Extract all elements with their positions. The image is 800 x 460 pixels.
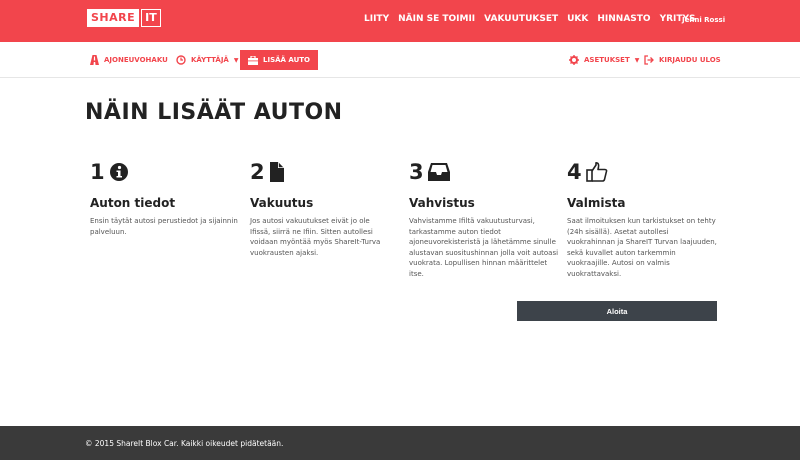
clock-icon xyxy=(176,55,186,65)
settings-menu[interactable]: ASETUKSET ▼ xyxy=(569,50,639,70)
start-button[interactable]: Aloita xyxy=(517,301,717,321)
copyright-text: © 2015 ShareIt Blox Car. Kaikki oikeudet… xyxy=(85,439,284,448)
chevron-down-icon: ▼ xyxy=(233,56,239,64)
user-menu-label: KÄYTTÄJÄ xyxy=(191,56,229,64)
step-description: Vahvistamme Ifiltä vakuutusturvasi, tark… xyxy=(409,217,559,278)
user-name[interactable]: Jenni Rossi xyxy=(682,16,725,24)
user-menu[interactable]: KÄYTTÄJÄ ▼ xyxy=(176,50,238,70)
top-bar: SHARE IT LIITY NÄIN SE TOIMII VAKUUTUKSE… xyxy=(0,0,800,42)
shareit-logo[interactable]: SHARE IT xyxy=(87,9,161,27)
briefcase-icon xyxy=(248,55,258,65)
logo-share-text: SHARE xyxy=(87,9,140,27)
step-number: 1 xyxy=(90,160,105,184)
step-description: Jos autosi vakuutukset eivät jo ole Ifis… xyxy=(250,217,381,257)
settings-label: ASETUKSET xyxy=(584,56,630,64)
step-title: Vakuutus xyxy=(250,196,314,210)
nav-liity[interactable]: LIITY xyxy=(364,14,389,24)
nav-nain-se-toimii[interactable]: NÄIN SE TOIMII xyxy=(398,14,475,24)
document-icon xyxy=(269,162,284,182)
nav-hinnasto[interactable]: HINNASTO xyxy=(597,14,650,24)
step-card: 3 Vahvistus Vahvistamme Ifiltä vakuutust… xyxy=(409,158,559,280)
logout-icon xyxy=(644,55,654,65)
logout-link[interactable]: KIRJAUDU ULOS xyxy=(644,50,721,70)
step-title: Valmista xyxy=(567,196,626,210)
step-card: 4 Valmista Saat ilmoituksen kun tarkistu… xyxy=(567,158,717,280)
chevron-down-icon: ▼ xyxy=(634,56,640,64)
sub-nav: AJONEUVOHAKU KÄYTTÄJÄ ▼ LISÄÄ AUTO ASETU… xyxy=(0,42,800,78)
add-car-button[interactable]: LISÄÄ AUTO xyxy=(240,50,318,70)
logo-it-text: IT xyxy=(141,9,161,27)
info-circle-icon xyxy=(109,163,128,181)
logout-label: KIRJAUDU ULOS xyxy=(659,56,721,64)
nav-vakuutukset[interactable]: VAKUUTUKSET xyxy=(484,14,558,24)
gear-icon xyxy=(569,55,579,65)
step-description: Saat ilmoituksen kun tarkistukset on teh… xyxy=(567,217,717,278)
nav-ukk[interactable]: UKK xyxy=(567,14,588,24)
inbox-icon xyxy=(427,163,450,181)
step-number: 3 xyxy=(409,160,424,184)
step-title: Vahvistus xyxy=(409,196,475,210)
main-nav: LIITY NÄIN SE TOIMII VAKUUTUKSET UKK HIN… xyxy=(364,14,696,24)
step-number: 2 xyxy=(250,160,265,184)
step-card: 2 Vakuutus Jos autosi vakuutukset eivät … xyxy=(250,158,390,258)
step-description: Ensin täytät autosi perustiedot ja sijai… xyxy=(90,217,238,236)
step-title: Auton tiedot xyxy=(90,196,176,210)
step-number: 4 xyxy=(567,160,582,184)
add-car-label: LISÄÄ AUTO xyxy=(263,56,310,64)
thumbs-up-icon xyxy=(585,162,608,182)
vehicle-search-label: AJONEUVOHAKU xyxy=(104,56,168,64)
step-card: 1 Auton tiedot Ensin täytät autosi perus… xyxy=(90,158,250,237)
vehicle-search-link[interactable]: AJONEUVOHAKU xyxy=(90,50,168,70)
footer: © 2015 ShareIt Blox Car. Kaikki oikeudet… xyxy=(0,426,800,460)
page-title: NÄIN LISÄÄT AUTON xyxy=(85,100,343,125)
road-icon xyxy=(90,55,99,65)
